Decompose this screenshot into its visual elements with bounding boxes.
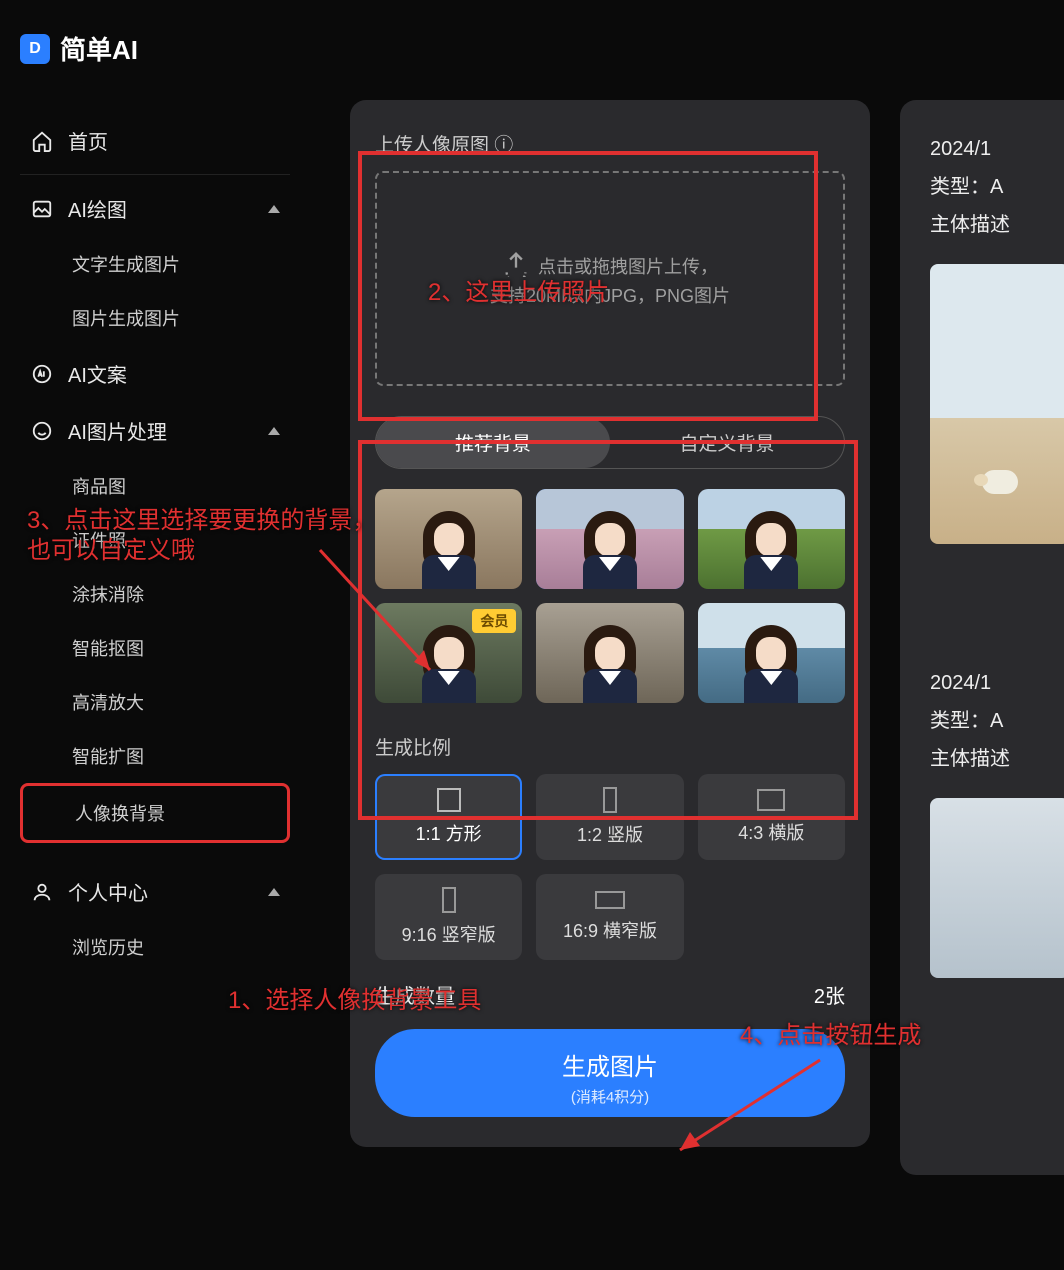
chevron-up-icon — [268, 888, 280, 896]
ai-icon — [30, 362, 54, 386]
nav-product[interactable]: 商品图 — [20, 459, 290, 513]
sidebar: D 简单AI 首页 AI绘图 文字生成图片 图片生成图片 AI文案 — [0, 0, 310, 1270]
image-icon — [30, 197, 54, 221]
generate-button[interactable]: 生成图片 (消耗4积分) — [375, 1029, 845, 1117]
nav-me-label: 个人中心 — [68, 877, 148, 906]
ratio-1-1[interactable]: 1:1 方形 — [375, 774, 522, 860]
ratio-title: 生成比例 — [375, 733, 845, 760]
upload-line1: 点击或拖拽图片上传， — [538, 253, 718, 279]
count-label: 生成数量 — [375, 980, 455, 1009]
tab-recommend[interactable]: 推荐背景 — [376, 417, 610, 468]
home-icon — [30, 129, 54, 153]
nav-img-proc[interactable]: AI图片处理 — [20, 402, 290, 459]
bg-grid: 温馨家居 梦幻花海 高山草原 会员 中式庭院 法式街拍 海边度假 — [375, 489, 845, 703]
ratio-9-16[interactable]: 9:16 竖窄版 — [375, 874, 522, 960]
nav-history[interactable]: 浏览历史 — [20, 920, 290, 974]
nav-copy-label: AI文案 — [68, 359, 127, 388]
nav-draw[interactable]: AI绘图 — [20, 180, 290, 237]
result-type: 类型：A — [930, 168, 1064, 206]
generate-label: 生成图片 — [562, 1047, 658, 1082]
generate-sub: (消耗4积分) — [571, 1086, 649, 1107]
bg-card-grassland[interactable]: 高山草原 — [698, 489, 845, 589]
chevron-up-icon — [268, 427, 280, 435]
upload-dropzone[interactable]: 点击或拖拽图片上传， 支持20MI以内JPG，PNG图片 — [375, 171, 845, 386]
nav-expand[interactable]: 智能扩图 — [20, 729, 290, 783]
bg-card-street[interactable]: 法式街拍 — [536, 603, 683, 703]
bg-card-flowers[interactable]: 梦幻花海 — [536, 489, 683, 589]
user-icon — [30, 880, 54, 904]
result-subj2: 主体描述 — [930, 740, 1064, 778]
result-type2: 类型：A — [930, 702, 1064, 740]
ratio-label: 1:1 方形 — [416, 820, 482, 846]
nav-swapbg[interactable]: 人像换背景 — [20, 783, 290, 843]
nav-draw-label: AI绘图 — [68, 194, 127, 223]
ratio-16-9[interactable]: 16:9 横窄版 — [536, 874, 683, 960]
bg-card-beach[interactable]: 海边度假 — [698, 603, 845, 703]
nav-img-proc-label: AI图片处理 — [68, 416, 167, 445]
ratio-label: 16:9 横窄版 — [563, 917, 657, 943]
count-value: 2张 — [814, 980, 845, 1009]
nav-home-label: 首页 — [68, 126, 108, 155]
result-date: 2024/1 — [930, 130, 1064, 168]
upload-icon — [502, 249, 530, 282]
tab-custom[interactable]: 自定义背景 — [610, 417, 844, 468]
nav-img2img[interactable]: 图片生成图片 — [20, 291, 290, 345]
upload-title: 上传人像原图 ⓘ — [375, 130, 845, 157]
nav-upscale[interactable]: 高清放大 — [20, 675, 290, 729]
chevron-up-icon — [268, 205, 280, 213]
nav-text2img[interactable]: 文字生成图片 — [20, 237, 290, 291]
ratio-grid: 1:1 方形 1:2 竖版 4:3 横版 9:16 竖窄版 16:9 横窄版 — [375, 774, 845, 960]
ratio-label: 1:2 竖版 — [577, 821, 643, 847]
result-date2: 2024/1 — [930, 664, 1064, 702]
app-logo: D 简单AI — [20, 30, 290, 67]
result-panel: 2024/1 类型：A 主体描述 2024/1 类型：A 主体描述 — [900, 100, 1064, 1175]
count-row: 生成数量 2张 — [375, 980, 845, 1009]
bg-card-home[interactable]: 温馨家居 — [375, 489, 522, 589]
main-panel: 上传人像原图 ⓘ 点击或拖拽图片上传， 支持20MI以内JPG，PNG图片 推荐… — [350, 100, 870, 1147]
upload-line2: 支持20MI以内JPG，PNG图片 — [490, 282, 730, 308]
bg-card-courtyard[interactable]: 会员 中式庭院 — [375, 603, 522, 703]
result-subj: 主体描述 — [930, 206, 1064, 244]
nav-me[interactable]: 个人中心 — [20, 863, 290, 920]
result-image2[interactable] — [930, 798, 1064, 978]
smile-icon — [30, 419, 54, 443]
nav-idphoto[interactable]: 证件照 — [20, 513, 290, 567]
ratio-label: 9:16 竖窄版 — [402, 921, 496, 947]
result-image[interactable] — [930, 264, 1064, 544]
bg-tabs: 推荐背景 自定义背景 — [375, 416, 845, 469]
ratio-1-2[interactable]: 1:2 竖版 — [536, 774, 683, 860]
nav-copy[interactable]: AI文案 — [20, 345, 290, 402]
ratio-label: 4:3 横版 — [738, 819, 804, 845]
app-name: 简单AI — [60, 30, 138, 67]
logo-icon: D — [20, 34, 50, 64]
vip-badge: 会员 — [472, 609, 516, 633]
nav-erase[interactable]: 涂抹消除 — [20, 567, 290, 621]
nav-home[interactable]: 首页 — [20, 112, 290, 169]
nav-cutout[interactable]: 智能抠图 — [20, 621, 290, 675]
ratio-4-3[interactable]: 4:3 横版 — [698, 774, 845, 860]
